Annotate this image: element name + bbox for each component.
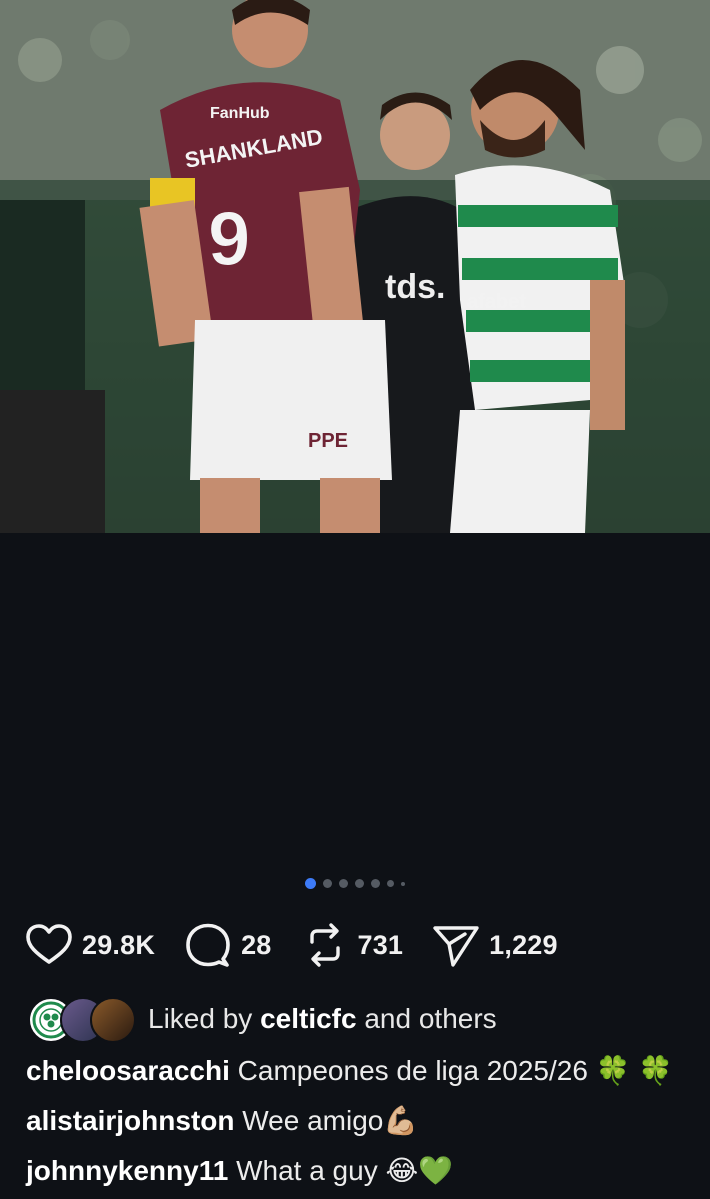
share-count: 1,229 (489, 929, 558, 960)
liker-avatars[interactable] (28, 997, 136, 1043)
comment-text: Campeones de liga 2025/26 🍀 🍀 (237, 1055, 674, 1086)
comment-row: cheloosaracchi Campeones de liga 2025/26… (26, 1054, 673, 1087)
comment-button[interactable]: 28 (183, 920, 271, 970)
referee-sponsor: tds. (385, 268, 445, 306)
post-image[interactable]: tds. afabet SHANKLAND 9 FanHub PPE (0, 0, 710, 533)
repost-icon (309, 923, 340, 967)
shirt-number: 9 (208, 197, 250, 282)
comment-count: 28 (241, 929, 272, 960)
carousel-dot[interactable] (371, 879, 380, 888)
comment-row: johnnykenny11 What a guy 😂💚 (26, 1154, 453, 1187)
comment-user[interactable]: johnnykenny11 (26, 1155, 228, 1186)
carousel-indicator[interactable] (0, 878, 710, 889)
carousel-dot[interactable] (355, 879, 364, 888)
celtic-sponsor: afabet (467, 291, 526, 313)
liked-by[interactable]: Liked by celticfc and others (28, 995, 497, 1043)
share-button[interactable]: 1,229 (431, 920, 558, 970)
heart-icon (26, 924, 72, 964)
like-button[interactable]: 29.8K (24, 920, 155, 970)
like-count: 29.8K (82, 929, 156, 960)
carousel-dot-active[interactable] (305, 878, 316, 889)
comment-text: Wee amigo💪🏼 (242, 1105, 419, 1136)
liked-by-prefix: Liked by (148, 1003, 253, 1034)
avatar (90, 997, 136, 1043)
comment-user[interactable]: alistairjohnston (26, 1105, 234, 1136)
comment-text: What a guy 😂💚 (236, 1155, 454, 1186)
comment-icon (186, 923, 230, 967)
liked-by-suffix: and others (364, 1003, 497, 1034)
carousel-dot[interactable] (401, 881, 405, 886)
carousel-dot[interactable] (323, 879, 332, 888)
shorts-sponsor: PPE (308, 430, 348, 452)
repost-count: 731 (357, 929, 404, 960)
action-bar: 29.8K 28 731 1,229 (24, 917, 586, 973)
liked-by-user[interactable]: celticfc (260, 1003, 357, 1035)
carousel-dot[interactable] (387, 880, 394, 887)
repost-button[interactable]: 731 (300, 920, 404, 970)
shirt-sponsor: FanHub (210, 105, 270, 122)
comment-user[interactable]: cheloosaracchi (26, 1055, 230, 1086)
comment-row: alistairjohnston Wee amigo💪🏼 (26, 1104, 418, 1137)
send-icon (433, 926, 479, 967)
carousel-dot[interactable] (339, 879, 348, 888)
post-photo-illustration: tds. afabet SHANKLAND 9 FanHub PPE (0, 0, 710, 533)
